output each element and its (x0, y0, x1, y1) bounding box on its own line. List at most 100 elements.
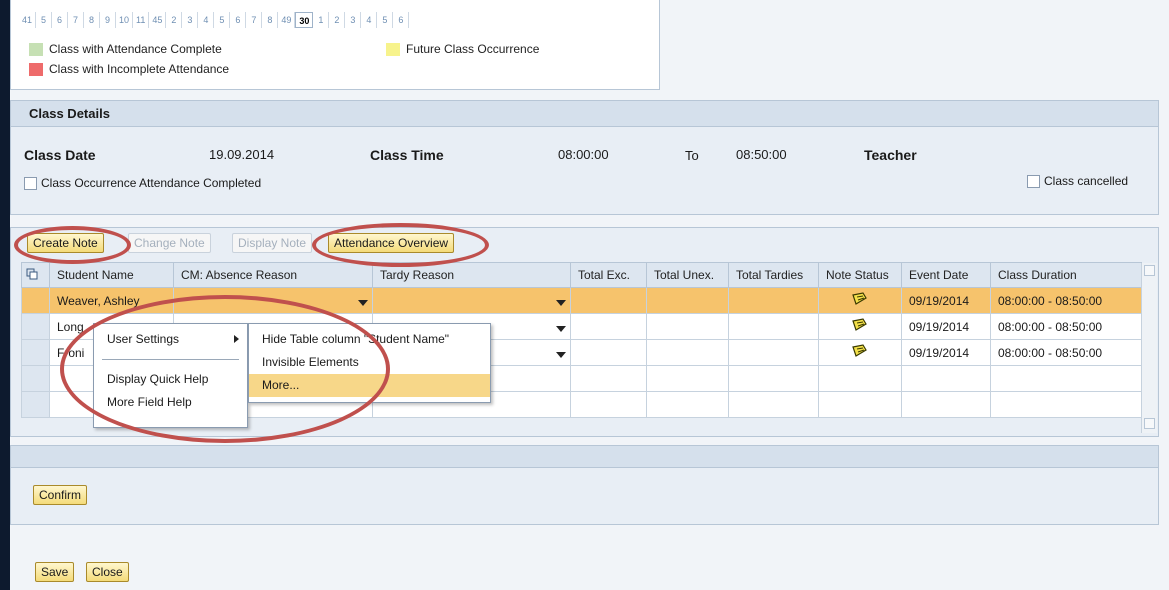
save-button[interactable]: Save (35, 562, 75, 582)
checkbox-box[interactable] (1027, 175, 1040, 189)
note-pencil-icon (852, 318, 867, 331)
total-exc-cell (570, 313, 647, 340)
total-unex-cell (646, 339, 729, 366)
week-cell[interactable]: 6 (393, 12, 410, 28)
class-duration-cell: 08:00:00 - 08:50:00 (990, 287, 1142, 314)
week-strip: 41 5 6 7 8 9 10 11 45 2 3 4 5 6 7 8 49 30 1 2 3 4 5 6 (19, 12, 410, 28)
week-cell[interactable]: 41 (19, 12, 37, 28)
menu-user-settings[interactable]: User Settings (94, 328, 247, 351)
to-label: To (685, 148, 699, 163)
legend-complete-label: Class with Attendance Complete (49, 42, 222, 56)
legend-future-label: Future Class Occurrence (406, 42, 540, 56)
legend-complete: Class with Attendance Complete (29, 42, 222, 56)
menu-more[interactable]: More... (249, 374, 490, 397)
week-cell[interactable]: 3 (182, 12, 199, 28)
menu-invisible-elements[interactable]: Invisible Elements (249, 351, 490, 374)
col-student-name[interactable]: Student Name (49, 262, 174, 288)
confirm-panel (10, 445, 1159, 525)
display-note-button[interactable]: Display Note (232, 233, 313, 253)
table-row[interactable]: Weaver, Ashley 09/19/2014 08:00:00 - 08:… (21, 287, 1142, 314)
event-date-cell: 09/19/2014 (901, 313, 991, 340)
event-date-cell: 09/19/2014 (901, 287, 991, 314)
note-pencil-icon (852, 292, 867, 305)
week-cell[interactable]: 9 (100, 12, 117, 28)
calendar-legend-panel: 41 5 6 7 8 9 10 11 45 2 3 4 5 6 7 8 49 30 1 2 3 4 5 6 Class wit… (10, 0, 660, 90)
checkbox-box[interactable] (24, 177, 37, 191)
week-cell[interactable]: 6 (52, 12, 69, 28)
menu-more-field-help[interactable]: More Field Help (94, 391, 247, 414)
chevron-down-icon[interactable] (556, 326, 566, 332)
change-note-button[interactable]: Change Note (128, 233, 211, 253)
absence-reason-dropdown[interactable] (173, 287, 373, 314)
legend-future: Future Class Occurrence (386, 42, 539, 56)
vertical-scrollbar[interactable] (1141, 263, 1157, 433)
col-note-status[interactable]: Note Status (818, 262, 902, 288)
menu-display-quick-help[interactable]: Display Quick Help (94, 368, 247, 391)
col-class-duration[interactable]: Class Duration (990, 262, 1142, 288)
note-status-cell[interactable] (818, 339, 902, 366)
row-selector[interactable] (21, 339, 50, 366)
week-cell[interactable]: 2 (329, 12, 346, 28)
scroll-down-icon[interactable] (1144, 418, 1155, 429)
col-tardy-reason[interactable]: Tardy Reason (372, 262, 571, 288)
class-duration-cell: 08:00:00 - 08:50:00 (990, 313, 1142, 340)
week-cell[interactable]: 7 (246, 12, 263, 28)
legend-incomplete-label: Class with Incomplete Attendance (49, 62, 230, 76)
chevron-down-icon[interactable] (556, 352, 566, 358)
col-total-tardies[interactable]: Total Tardies (728, 262, 819, 288)
week-cell[interactable]: 4 (361, 12, 378, 28)
week-cell[interactable]: 49 (278, 12, 296, 28)
yellow-swatch (386, 42, 400, 56)
week-cell[interactable]: 1 (313, 12, 330, 28)
week-cell[interactable]: 11 (133, 12, 150, 28)
week-cell[interactable]: 45 (149, 12, 167, 28)
total-exc-cell (570, 287, 647, 314)
col-total-unex[interactable]: Total Unex. (646, 262, 729, 288)
week-cell[interactable]: 3 (345, 12, 362, 28)
col-absence-reason[interactable]: CM: Absence Reason (173, 262, 373, 288)
attendance-overview-button[interactable]: Attendance Overview (328, 233, 455, 253)
week-cell[interactable]: 8 (262, 12, 279, 28)
class-duration-cell: 08:00:00 - 08:50:00 (990, 339, 1142, 366)
week-cell[interactable]: 5 (214, 12, 231, 28)
class-details-title: Class Details (11, 101, 1158, 127)
week-cell[interactable]: 5 (377, 12, 394, 28)
week-cell[interactable]: 10 (116, 12, 134, 28)
class-date-label: Class Date (24, 147, 96, 163)
week-cell[interactable]: 4 (198, 12, 215, 28)
class-cancelled-checkbox[interactable]: Class cancelled (1027, 174, 1129, 189)
total-tardies-cell (728, 339, 819, 366)
student-name-cell: Weaver, Ashley (49, 287, 174, 314)
confirm-button[interactable]: Confirm (33, 485, 88, 505)
legend-incomplete: Class with Incomplete Attendance (29, 62, 229, 76)
create-note-button[interactable]: Create Note (27, 233, 104, 253)
row-selector[interactable] (21, 313, 50, 340)
col-total-exc[interactable]: Total Exc. (570, 262, 647, 288)
week-cell[interactable]: 5 (36, 12, 53, 28)
note-status-cell[interactable] (818, 313, 902, 340)
context-menu: User Settings Display Quick Help More Fi… (93, 323, 248, 428)
row-selector[interactable] (21, 287, 50, 314)
total-exc-cell (570, 339, 647, 366)
col-event-date[interactable]: Event Date (901, 262, 991, 288)
select-all-icon[interactable] (21, 262, 50, 288)
class-cancelled-label: Class cancelled (1044, 174, 1129, 188)
attendance-completed-checkbox[interactable]: Class Occurrence Attendance Completed (24, 176, 262, 191)
week-cell[interactable]: 6 (230, 12, 247, 28)
note-status-cell[interactable] (818, 287, 902, 314)
time-from-value: 08:00:00 (558, 147, 609, 162)
week-cell[interactable]: 7 (68, 12, 85, 28)
scroll-up-icon[interactable] (1144, 265, 1155, 276)
chevron-down-icon[interactable] (358, 300, 368, 306)
chevron-down-icon[interactable] (556, 300, 566, 306)
table-header-row: Student Name CM: Absence Reason Tardy Re… (21, 262, 1142, 288)
menu-hide-column[interactable]: Hide Table column "Student Name" (249, 328, 490, 351)
attendance-completed-label: Class Occurrence Attendance Completed (41, 176, 262, 190)
submenu-arrow-icon (234, 335, 239, 343)
close-button[interactable]: Close (86, 562, 129, 582)
week-cell[interactable]: 30 (295, 12, 314, 28)
tardy-reason-dropdown[interactable] (372, 287, 571, 314)
total-unex-cell (646, 287, 729, 314)
week-cell[interactable]: 8 (84, 12, 101, 28)
week-cell[interactable]: 2 (166, 12, 183, 28)
